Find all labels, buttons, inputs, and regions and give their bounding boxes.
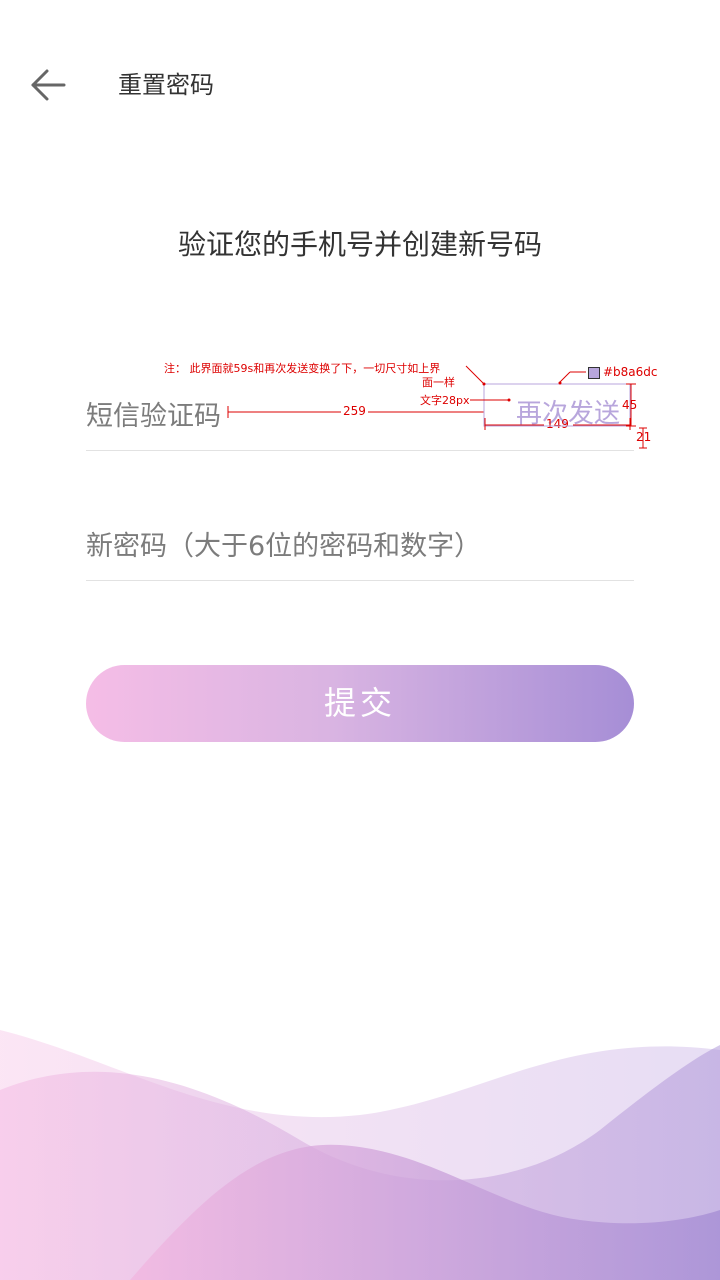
- new-password-input[interactable]: [86, 524, 634, 568]
- decorative-waves: [0, 1030, 720, 1280]
- annotation-dim-21: 21: [636, 430, 652, 444]
- back-button[interactable]: [26, 62, 72, 108]
- annotation-dim-149: 149: [546, 417, 569, 431]
- page-subtitle: 验证您的手机号并创建新号码: [177, 228, 542, 261]
- annotation-dim-45: 45: [622, 398, 638, 412]
- annotation-note: 注： 此界面就59s和再次发送变换了下，一切尺寸如上界: [164, 362, 441, 375]
- color-swatch: [588, 367, 600, 379]
- annotation-color: #b8a6dc: [603, 365, 658, 379]
- new-password-field: [86, 516, 634, 581]
- annotation-dim-259: 259: [343, 404, 366, 418]
- header: 重置密码: [0, 0, 720, 170]
- page-title: 重置密码: [118, 71, 214, 99]
- annotation-font-size: 文字28px: [420, 394, 470, 407]
- annotation-note-continued: 面一样: [422, 376, 455, 389]
- arrow-left-icon: [31, 69, 66, 101]
- sms-code-input[interactable]: [86, 394, 466, 438]
- submit-button[interactable]: 提交: [86, 665, 634, 742]
